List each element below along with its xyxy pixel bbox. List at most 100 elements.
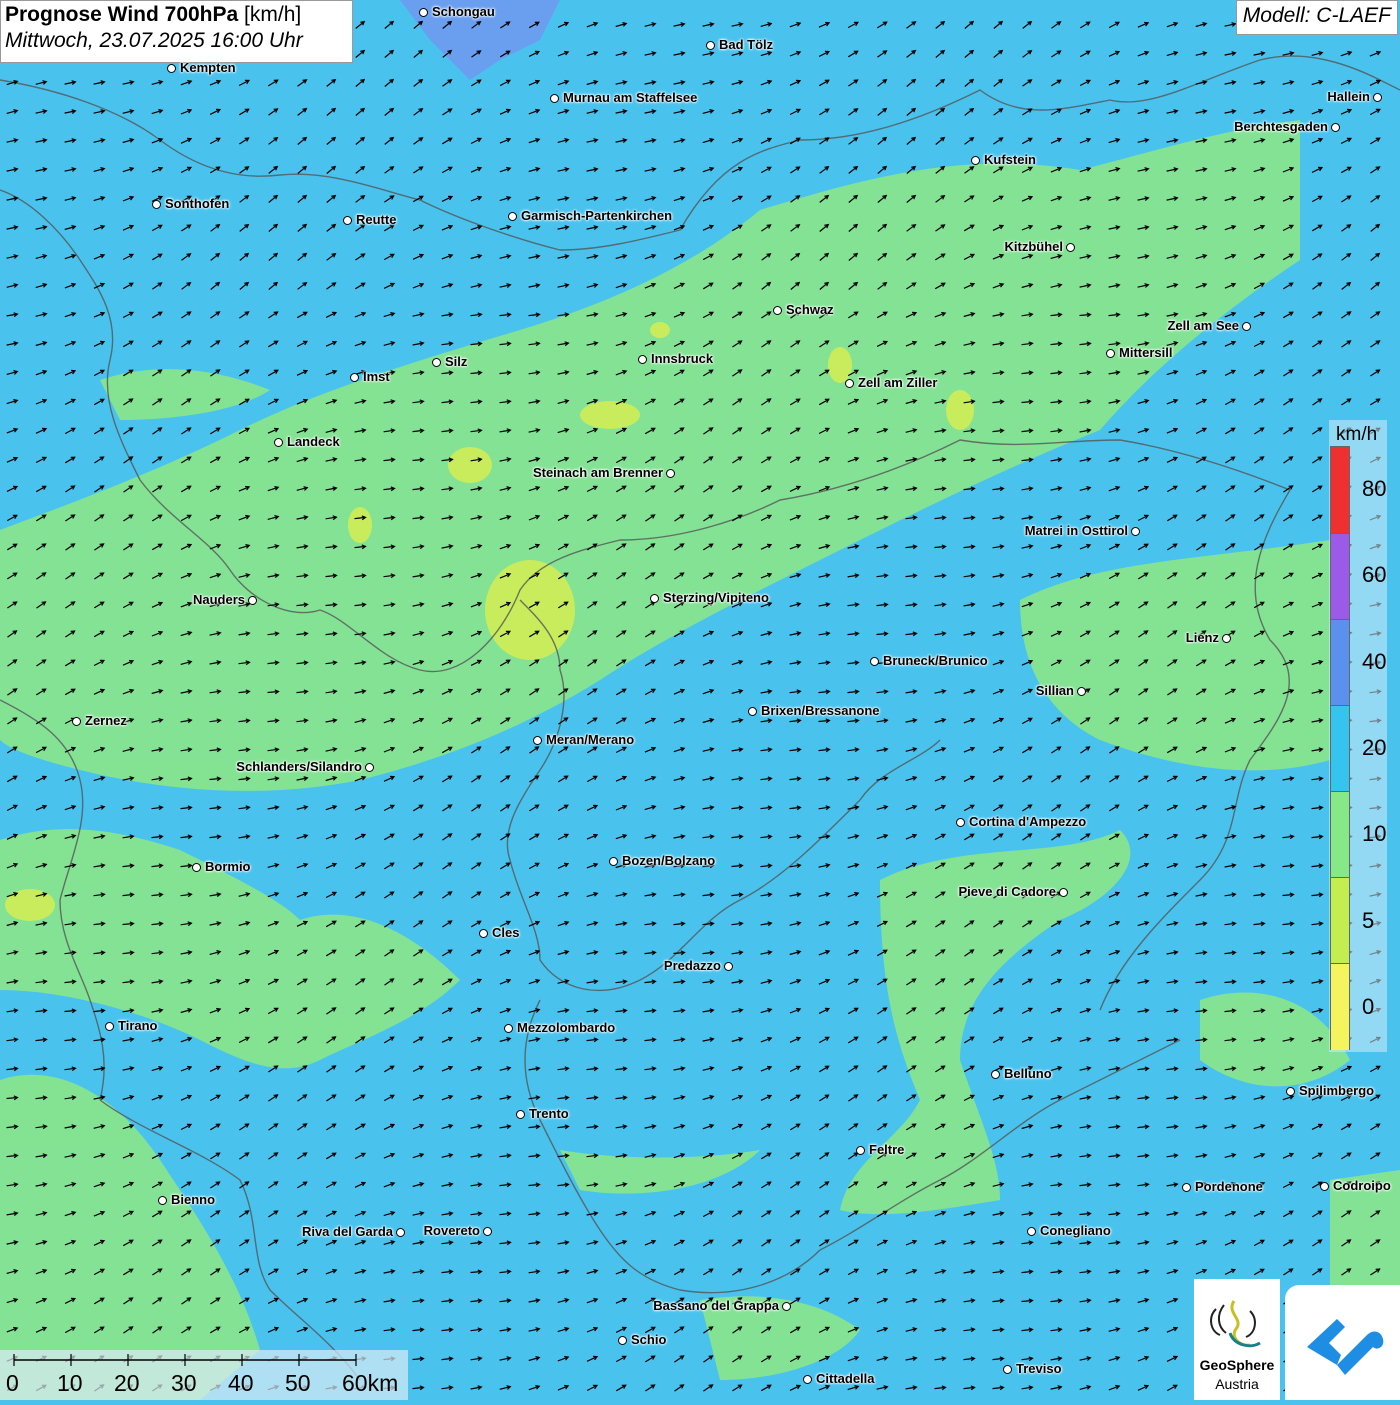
city-label-zernez: Zernez <box>85 713 127 728</box>
scale-label: 10 <box>57 1370 83 1396</box>
city-dot-steinach-am-brenner <box>666 469 675 478</box>
city-dot-bormio <box>192 863 201 872</box>
city-label-kitzb-hel: Kitzbühel <box>1004 239 1064 254</box>
city-label-riva-del-garda: Riva del Garda <box>301 1224 393 1239</box>
city-dot-zell-am-ziller <box>845 379 854 388</box>
city-label-kufstein: Kufstein <box>984 152 1036 167</box>
city-label-schlanders-silandro: Schlanders/Silandro <box>236 759 362 774</box>
legend-segment <box>1331 619 1349 706</box>
city-dot-cles <box>479 929 488 938</box>
city-dot-kempten <box>167 64 176 73</box>
city-dot-silz <box>432 358 441 367</box>
city-label-garmisch-partenkirchen: Garmisch-Partenkirchen <box>521 208 673 223</box>
city-label-sillian: Sillian <box>1035 683 1074 698</box>
city-label-lienz: Lienz <box>1185 630 1219 645</box>
city-dot-predazzo <box>724 962 733 971</box>
title-panel: Prognose Wind 700hPa [km/h] Mittwoch, 23… <box>0 0 353 63</box>
legend-tick-label: 40 <box>1362 648 1387 674</box>
city-label-pieve-di-cadore: Pieve di Cadore <box>958 884 1056 899</box>
city-label-schongau: Schongau <box>432 4 495 19</box>
city-label-bassano-del-grappa: Bassano del Grappa <box>653 1298 779 1313</box>
city-dot-sterzing-vipiteno <box>650 594 659 603</box>
city-label-pordenone: Pordenone <box>1195 1179 1263 1194</box>
city-dot-meran-merano <box>533 736 542 745</box>
city-label-bozen-bolzano: Bozen/Bolzano <box>622 853 716 868</box>
city-dot-kufstein <box>971 156 980 165</box>
city-dot-sonthofen <box>152 200 161 209</box>
legend-segment <box>1331 447 1349 533</box>
city-label-hallein: Hallein <box>1327 89 1370 104</box>
legend-color-bar <box>1330 446 1350 1050</box>
city-label-reutte: Reutte <box>356 212 397 227</box>
city-label-belluno: Belluno <box>1004 1066 1052 1081</box>
legend-tick-label: 80 <box>1362 476 1387 502</box>
city-dot-cortina-d-ampezzo <box>956 818 965 827</box>
city-dot-conegliano <box>1027 1227 1036 1236</box>
city-label-treviso: Treviso <box>1016 1361 1062 1376</box>
city-label-feltre: Feltre <box>869 1142 905 1157</box>
city-dot-pieve-di-cadore <box>1059 888 1068 897</box>
city-dot-lienz <box>1222 634 1231 643</box>
city-dot-schwaz <box>773 306 782 315</box>
app-logo <box>1285 1285 1400 1400</box>
city-label-schio: Schio <box>631 1332 667 1347</box>
scale-bar: 0 10 20 30 40 50 60km <box>0 1350 408 1400</box>
city-label-mezzolombardo: Mezzolombardo <box>517 1020 616 1035</box>
city-label-zell-am-see: Zell am See <box>1167 318 1239 333</box>
city-label-landeck: Landeck <box>287 434 340 449</box>
legend-tick-label: 60 <box>1362 562 1387 588</box>
geosphere-name: GeoSphere <box>1199 1357 1275 1373</box>
city-label-nauders: Nauders <box>192 592 245 607</box>
city-label-sonthofen: Sonthofen <box>165 196 230 211</box>
geosphere-logo: GeoSphere Austria <box>1194 1279 1280 1400</box>
city-dot-bassano-del-grappa <box>782 1302 791 1311</box>
city-dot-imst <box>350 373 359 382</box>
legend-tick-label: 20 <box>1362 735 1387 760</box>
city-dot-mittersill <box>1106 349 1115 358</box>
city-label-sterzing-vipiteno: Sterzing/Vipiteno <box>663 590 769 605</box>
city-dot-mezzolombardo <box>504 1024 513 1033</box>
city-dot-reutte <box>343 216 352 225</box>
legend-tick-label: 0 <box>1362 993 1375 1019</box>
legend-tick-label: 10 <box>1362 821 1387 847</box>
city-label-tirano: Tirano <box>118 1018 158 1033</box>
city-label-spilimbergo: Spilimbergo <box>1299 1083 1375 1098</box>
city-label-zell-am-ziller: Zell am Ziller <box>858 375 938 390</box>
city-dot-innsbruck <box>638 355 647 364</box>
city-dot-codroipo <box>1320 1182 1329 1191</box>
city-dot-trento <box>516 1110 525 1119</box>
city-label-cortina-d-ampezzo: Cortina d'Ampezzo <box>969 814 1087 829</box>
title-unit: [km/h] <box>244 3 302 26</box>
city-label-matrei-in-osttirol: Matrei in Osttirol <box>1024 523 1128 538</box>
scale-label: 20 <box>114 1370 140 1396</box>
city-label-bormio: Bormio <box>205 859 251 874</box>
city-dot-zell-am-see <box>1242 322 1251 331</box>
city-label-bruneck-brunico: Bruneck/Brunico <box>883 653 988 668</box>
city-dot-brixen-bressanone <box>748 707 757 716</box>
city-label-rovereto: Rovereto <box>423 1223 480 1238</box>
scale-label: 50 <box>285 1370 311 1396</box>
legend-tick-label: 5 <box>1362 907 1375 933</box>
city-dot-schio <box>618 1336 627 1345</box>
city-dot-matrei-in-osttirol <box>1131 527 1140 536</box>
city-dot-hallein <box>1373 93 1382 102</box>
city-dot-landeck <box>274 438 283 447</box>
city-label-conegliano: Conegliano <box>1040 1223 1111 1238</box>
city-label-cles: Cles <box>492 925 520 940</box>
scale-label: 60km <box>342 1370 399 1396</box>
city-dot-zernez <box>72 717 81 726</box>
city-label-brixen-bressanone: Brixen/Bressanone <box>761 703 880 718</box>
city-dot-murnau-am-staffelsee <box>550 94 559 103</box>
city-label-imst: Imst <box>363 369 390 384</box>
city-label-codroipo: Codroipo <box>1333 1178 1391 1193</box>
model-label: Modell: C-LAEF <box>1235 0 1398 35</box>
city-dot-treviso <box>1003 1365 1012 1374</box>
scale-label: 40 <box>228 1370 254 1396</box>
city-dot-riva-del-garda <box>396 1228 405 1237</box>
city-dot-bozen-bolzano <box>609 857 618 866</box>
legend-unit: km/h <box>1336 424 1378 445</box>
map-title: Prognose Wind 700hPa [km/h] <box>5 3 302 26</box>
city-dot-spilimbergo <box>1286 1087 1295 1096</box>
city-dot-belluno <box>991 1070 1000 1079</box>
scale-label: 30 <box>171 1370 197 1396</box>
